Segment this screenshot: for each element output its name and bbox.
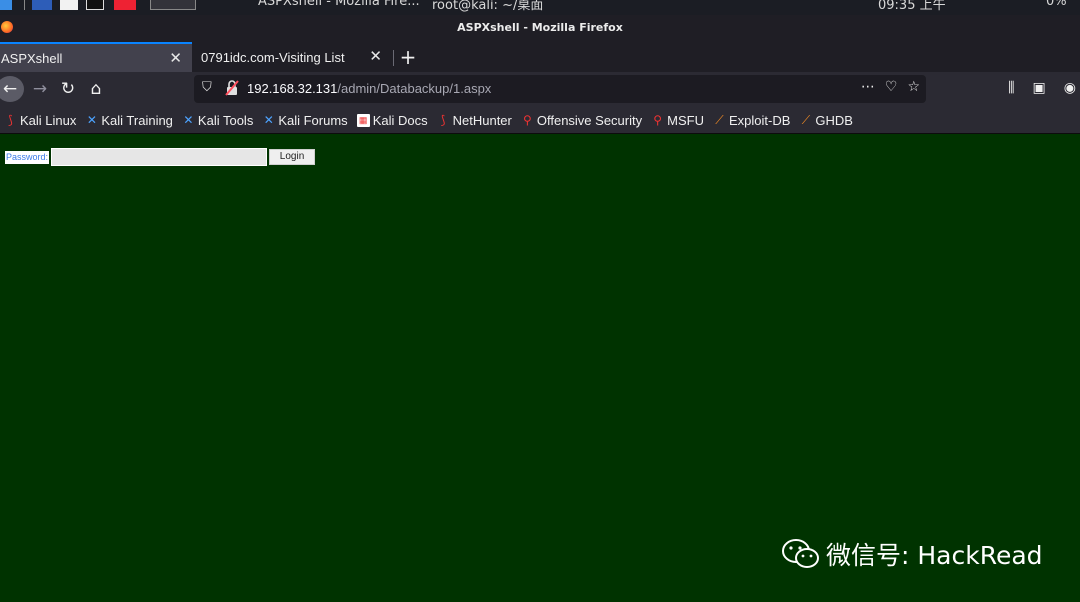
offsec-icon: ⚲ xyxy=(522,112,532,127)
tab-label: 0791idc.com-Visiting List xyxy=(201,49,345,65)
system-clock: 09:35 上午 xyxy=(878,0,946,13)
tab-label: ASPXshell xyxy=(1,50,63,66)
url-text[interactable]: 192.168.32.131/admin/Databackup/1.aspx xyxy=(247,81,491,96)
bookmark-label: GHDB xyxy=(815,112,853,128)
password-input[interactable] xyxy=(51,148,268,166)
tracking-shield-icon[interactable]: ⛉ xyxy=(202,80,212,95)
bookmark-ghdb[interactable]: ⟋ GHDB xyxy=(799,113,853,128)
bookmark-label: Kali Docs xyxy=(372,112,428,128)
close-icon[interactable]: ✕ xyxy=(369,47,382,65)
bookmark-kali-forums[interactable]: ✕ Kali Forums xyxy=(262,112,348,128)
bookmark-label: NetHunter xyxy=(452,112,512,128)
url-host: 192.168.32.131 xyxy=(247,81,338,96)
login-form: Password: Login xyxy=(5,148,316,166)
app-menu-icon[interactable] xyxy=(0,0,12,10)
bookmark-label: Kali Linux xyxy=(20,112,77,128)
bookmark-label: Kali Forums xyxy=(278,112,348,128)
navigation-toolbar: ← → ↻ ⌂ ⛉ 192.168.32.131/admin/Databacku… xyxy=(0,72,1080,107)
bookmark-kali-training[interactable]: ✕ Kali Training xyxy=(85,113,173,128)
bookmark-offensive-security[interactable]: ⚲ Offensive Security xyxy=(521,113,642,128)
nethunter-icon: ⟆ xyxy=(440,112,446,127)
bookmark-label: Exploit-DB xyxy=(728,112,791,128)
wechat-icon xyxy=(782,539,819,568)
back-arrow-icon[interactable]: ← xyxy=(0,76,24,102)
kali-forums-icon: ✕ xyxy=(263,112,274,127)
kali-tools-icon: ✕ xyxy=(183,112,194,127)
bookmark-msfu[interactable]: ⚲ MSFU xyxy=(651,113,704,128)
window-titlebar: ASPXshell - Mozilla Firefox xyxy=(0,15,1080,42)
watermark: 微信号: HackRead xyxy=(782,536,1043,572)
workspace-icon[interactable] xyxy=(32,0,52,10)
forward-arrow-icon[interactable]: → xyxy=(30,76,50,102)
reload-icon[interactable]: ↻ xyxy=(58,76,78,102)
password-label: Password: xyxy=(5,150,50,164)
ghdb-icon: ⟋ xyxy=(801,112,811,127)
bookmark-kali-docs[interactable]: ▦ Kali Docs xyxy=(356,112,428,128)
bookmark-label: MSFU xyxy=(667,112,704,128)
taskbar-firefox-item[interactable]: ASPXshell - Mozilla Fire... xyxy=(258,0,420,9)
bookmark-nethunter[interactable]: ⟆ NetHunter xyxy=(437,113,512,128)
terminal-icon[interactable] xyxy=(86,0,104,10)
page-actions-menu-icon[interactable]: ⋯ xyxy=(861,79,875,95)
file-manager-icon[interactable] xyxy=(60,0,78,10)
system-panel: ASPXshell - Mozilla Fire... root@kali: ~… xyxy=(0,0,1080,15)
close-icon[interactable]: ✕ xyxy=(169,49,182,67)
tab-visiting-list[interactable]: 0791idc.com-Visiting List ✕ xyxy=(192,42,392,72)
sidebar-icon[interactable]: ▣ xyxy=(1033,80,1046,96)
kali-docs-icon: ▦ xyxy=(356,113,370,127)
page-content: Password: Login xyxy=(0,134,1080,602)
tab-strip: ASPXshell ✕ 0791idc.com-Visiting List ✕ … xyxy=(0,42,1080,72)
url-path: /admin/Databackup/1.aspx xyxy=(337,81,492,96)
bookmark-kali-linux[interactable]: ⟆ Kali Linux xyxy=(4,113,76,128)
window-title: ASPXshell - Mozilla Firefox xyxy=(457,21,623,34)
battery-percentage: 0% xyxy=(1046,0,1067,9)
bookmark-label: Offensive Security xyxy=(536,112,643,128)
msfu-icon: ⚲ xyxy=(653,112,663,127)
login-button[interactable]: Login xyxy=(269,149,316,165)
taskbar-terminal-item[interactable]: root@kali: ~/桌面 xyxy=(432,0,543,13)
home-icon[interactable]: ⌂ xyxy=(86,76,106,102)
kali-training-icon: ✕ xyxy=(86,112,97,127)
bookmark-kali-tools[interactable]: ✕ Kali Tools xyxy=(182,113,253,128)
tab-aspxshell[interactable]: ASPXshell ✕ xyxy=(0,42,192,72)
bookmark-exploit-db[interactable]: ⟋ Exploit-DB xyxy=(713,113,790,128)
exploit-db-icon: ⟋ xyxy=(715,112,724,127)
insecure-lock-icon[interactable] xyxy=(225,79,239,97)
new-tab-plus-icon[interactable]: + xyxy=(398,45,418,69)
kali-dragon-icon: ⟆ xyxy=(8,112,13,127)
bookmark-label: Kali Tools xyxy=(197,112,254,128)
watermark-text: 微信号: HackRead xyxy=(826,541,1043,570)
bookmark-label: Kali Training xyxy=(101,112,173,128)
firefox-launcher-icon[interactable] xyxy=(114,0,136,10)
bookmarks-toolbar: ⟆ Kali Linux ✕ Kali Training ✕ Kali Tools ✕… xyxy=(0,107,1080,134)
tab-separator xyxy=(393,50,394,66)
pocket-icon[interactable]: ♡ xyxy=(885,79,898,95)
bookmark-star-icon[interactable]: ☆ xyxy=(907,79,920,95)
active-window-icon[interactable] xyxy=(150,0,196,10)
address-bar[interactable]: ⛉ 192.168.32.131/admin/Databackup/1.aspx… xyxy=(194,75,926,103)
panel-separator xyxy=(24,0,25,10)
library-icon[interactable]: ⫼ xyxy=(1008,80,1014,96)
account-icon[interactable]: ◉ xyxy=(1064,80,1076,96)
